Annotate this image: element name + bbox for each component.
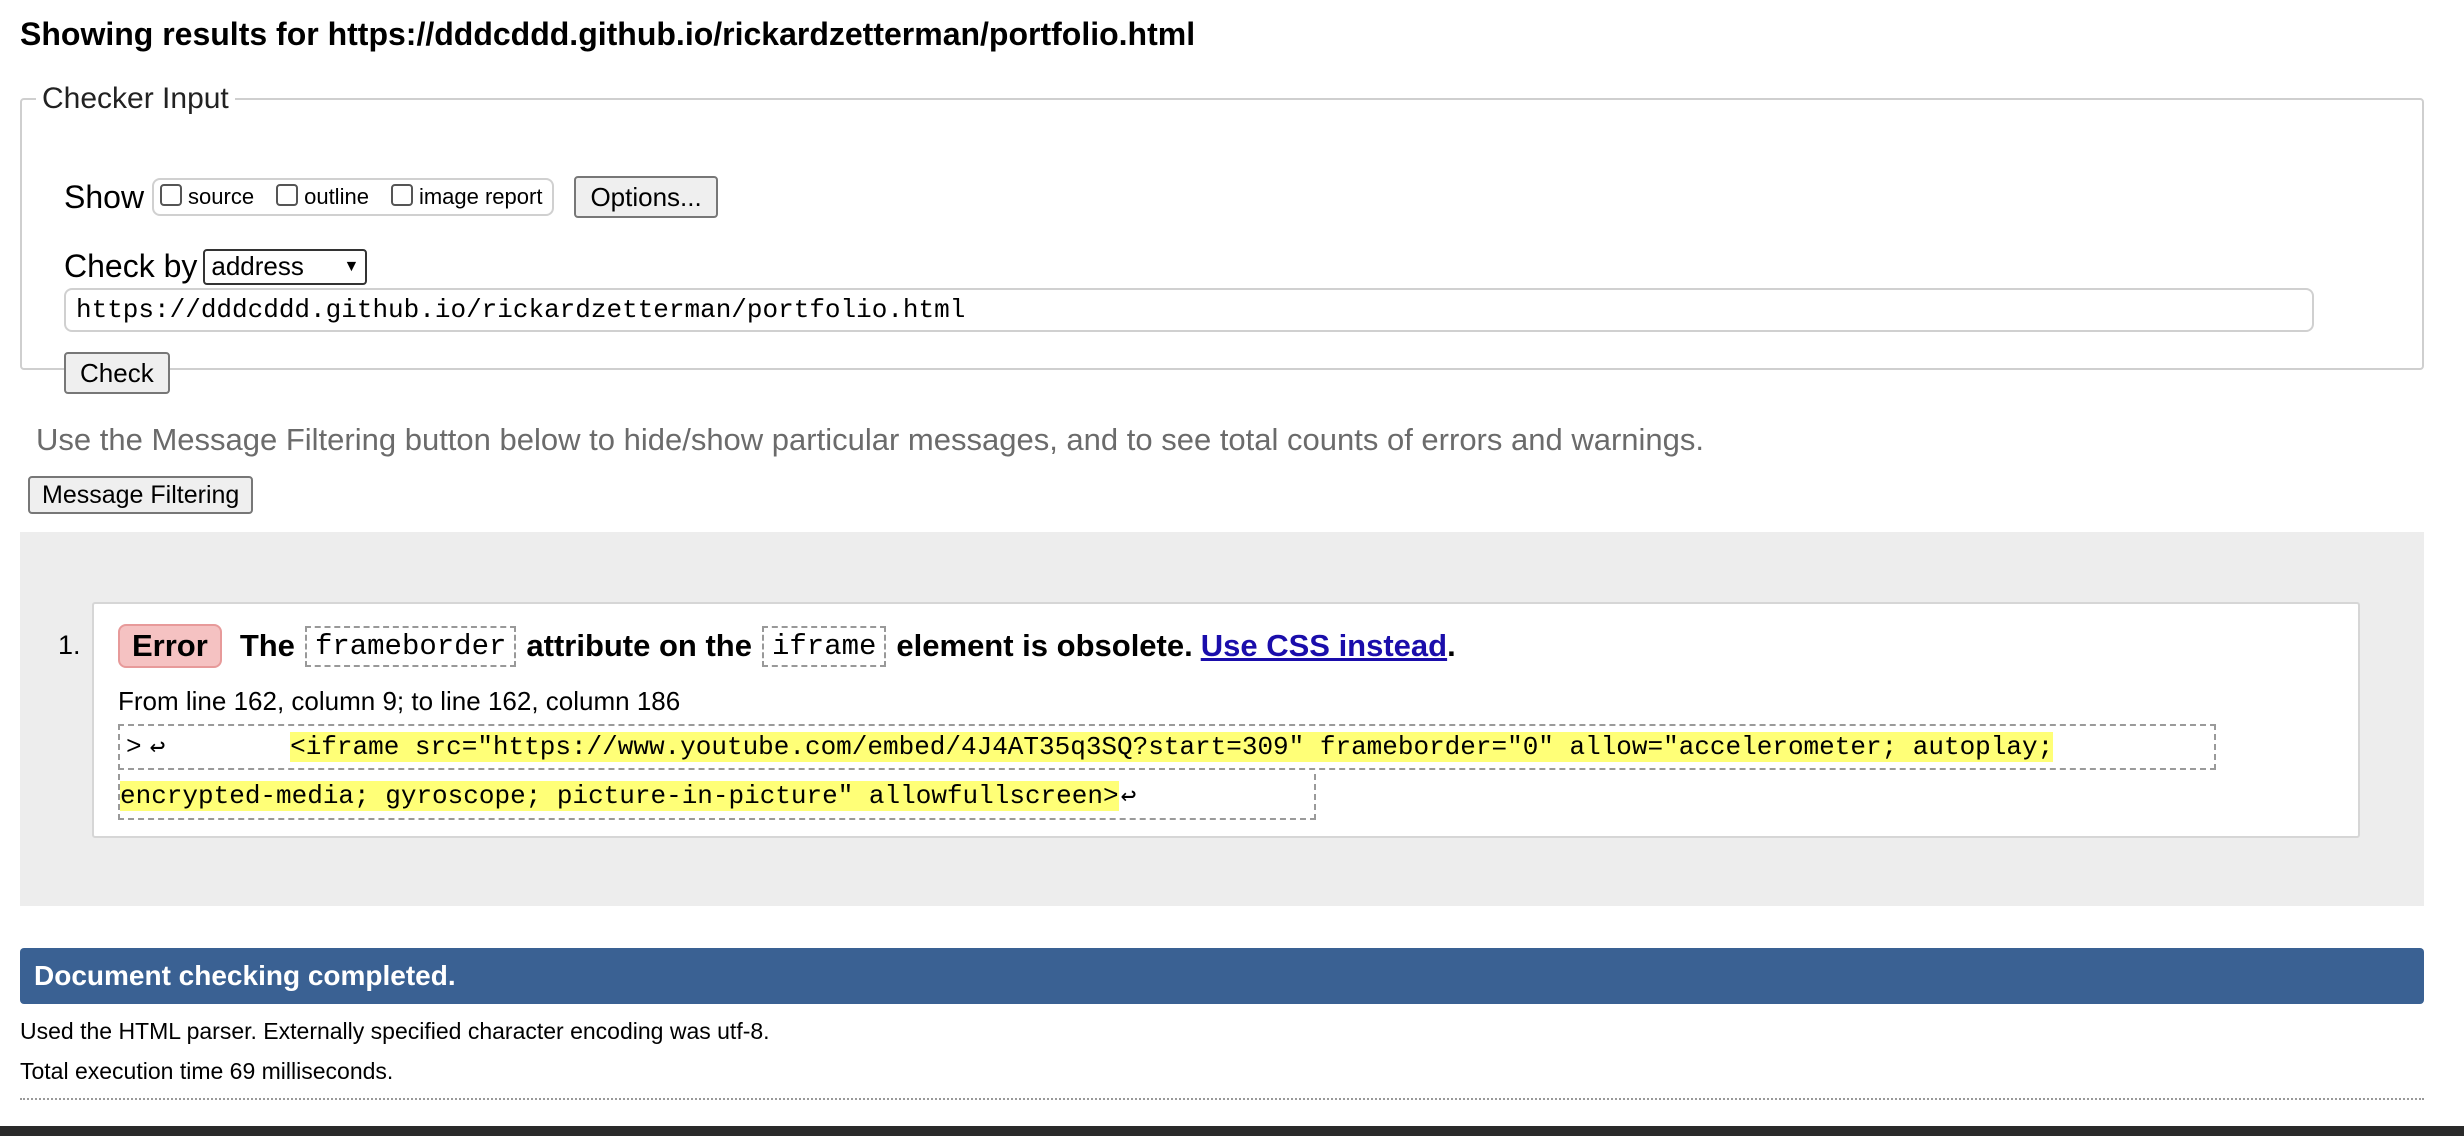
message-suffix: .: [1447, 628, 1456, 663]
chevron-down-icon: ▼: [343, 257, 360, 275]
message-text-1: The: [239, 628, 295, 663]
message-filtering-button[interactable]: Message Filtering: [28, 476, 254, 514]
return-icon: ↩: [149, 732, 166, 763]
checker-input-fieldset: Checker Input Show source outline image …: [20, 82, 2424, 394]
return-icon: ↩: [1120, 781, 1137, 812]
url-input-value: https://dddcddd.github.io/rickardzetterm…: [76, 295, 966, 325]
show-options-row: Show source outline image report Options…: [64, 176, 718, 218]
outline-checkbox-label: outline: [304, 184, 369, 209]
error-message-heading: Error The frameborder attribute on the i…: [118, 624, 1456, 668]
message-filtering-note: Use the Message Filtering button below t…: [36, 422, 1705, 457]
source-checkbox[interactable]: [160, 184, 183, 206]
message-text-3: element is obsolete.: [896, 628, 1193, 663]
element-code-chip: iframe: [761, 625, 887, 667]
error-badge: Error: [118, 624, 222, 668]
footer-divider: [20, 1098, 2424, 1100]
image-report-checkbox[interactable]: [390, 184, 413, 206]
check-by-select[interactable]: address ▼: [203, 248, 368, 285]
check-by-row: Check by address ▼: [64, 248, 368, 285]
parser-info: Used the HTML parser. Externally specifi…: [20, 1018, 770, 1044]
completion-status-bar: Document checking completed.: [20, 948, 2424, 1004]
source-checkbox-label: source: [188, 184, 255, 209]
extract-line-1: > ↩ <iframe src="https://www.youtube.com/…: [118, 724, 2216, 770]
page-title: Showing results for https://dddcddd.gith…: [20, 16, 1196, 52]
message-text-2: attribute on the: [526, 628, 752, 663]
results-panel: 1. Error The frameborder attribute on th…: [20, 532, 2424, 906]
show-options-group: source outline image report: [152, 178, 555, 216]
check-button[interactable]: Check: [64, 352, 170, 394]
error-message-card: Error The frameborder attribute on the i…: [92, 602, 2360, 838]
check-by-selected-value: address: [211, 251, 304, 281]
check-by-label: Check by: [64, 248, 198, 284]
bottom-edge-strip: [0, 1126, 2464, 1136]
message-number: 1.: [58, 630, 81, 660]
extract-line-2: encrypted-media; gyroscope; picture-in-p…: [118, 774, 1316, 820]
show-label: Show: [64, 178, 145, 215]
attribute-code-chip: frameborder: [304, 625, 517, 667]
extract-indent: [165, 732, 290, 762]
show-image-report-option[interactable]: image report: [390, 184, 543, 210]
show-outline-option[interactable]: outline: [276, 184, 369, 210]
options-button[interactable]: Options...: [574, 176, 718, 218]
image-report-checkbox-label: image report: [418, 184, 543, 209]
use-css-instead-link[interactable]: Use CSS instead: [1201, 628, 1447, 664]
show-source-option[interactable]: source: [160, 184, 254, 210]
outline-checkbox[interactable]: [276, 184, 299, 206]
extract-prefix: >: [126, 732, 142, 762]
extract-highlight-2: encrypted-media; gyroscope; picture-in-p…: [120, 781, 1119, 811]
code-extract: > ↩ <iframe src="https://www.youtube.com/…: [118, 724, 2318, 820]
completion-status-text: Document checking completed.: [34, 960, 456, 991]
url-input[interactable]: https://dddcddd.github.io/rickardzetterm…: [64, 288, 2314, 332]
checker-input-legend: Checker Input: [42, 82, 229, 115]
execution-time: Total execution time 69 milliseconds.: [20, 1058, 394, 1084]
extract-highlight-1: <iframe src="https://www.youtube.com/emb…: [290, 732, 2054, 762]
error-location: From line 162, column 9; to line 162, co…: [118, 686, 681, 716]
